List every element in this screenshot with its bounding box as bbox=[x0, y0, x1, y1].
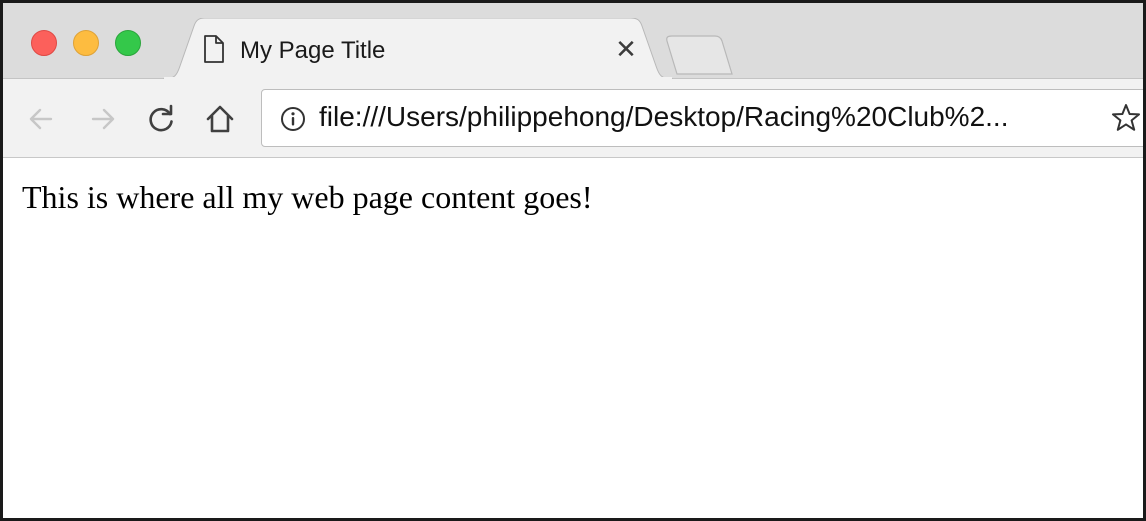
browser-window: My Page Title ✕ file:///Users/philippeho… bbox=[0, 0, 1146, 521]
address-bar[interactable]: file:///Users/philippehong/Desktop/Racin… bbox=[261, 89, 1143, 147]
info-icon[interactable] bbox=[280, 106, 306, 132]
window-maximize-button[interactable] bbox=[115, 30, 141, 56]
arrow-right-icon[interactable] bbox=[87, 103, 119, 135]
tab-my-page-title[interactable]: My Page Title ✕ bbox=[163, 18, 673, 80]
arrow-left-icon[interactable] bbox=[25, 103, 57, 135]
browser-toolbar: file:///Users/philippehong/Desktop/Racin… bbox=[3, 79, 1143, 158]
home-icon[interactable] bbox=[204, 103, 236, 135]
window-close-button[interactable] bbox=[31, 30, 57, 56]
page-content: This is where all my web page content go… bbox=[3, 158, 1143, 518]
star-icon[interactable] bbox=[1110, 102, 1142, 134]
new-tab-button[interactable] bbox=[663, 35, 735, 75]
window-minimize-button[interactable] bbox=[73, 30, 99, 56]
page-icon bbox=[204, 35, 224, 63]
page-body-text: This is where all my web page content go… bbox=[22, 179, 593, 215]
tab-strip: My Page Title ✕ bbox=[3, 3, 1143, 80]
tab-title: My Page Title bbox=[240, 37, 386, 64]
tab-close-icon[interactable]: ✕ bbox=[613, 37, 639, 63]
url-text[interactable]: file:///Users/philippehong/Desktop/Racin… bbox=[319, 101, 1009, 133]
reload-icon[interactable] bbox=[145, 103, 177, 135]
